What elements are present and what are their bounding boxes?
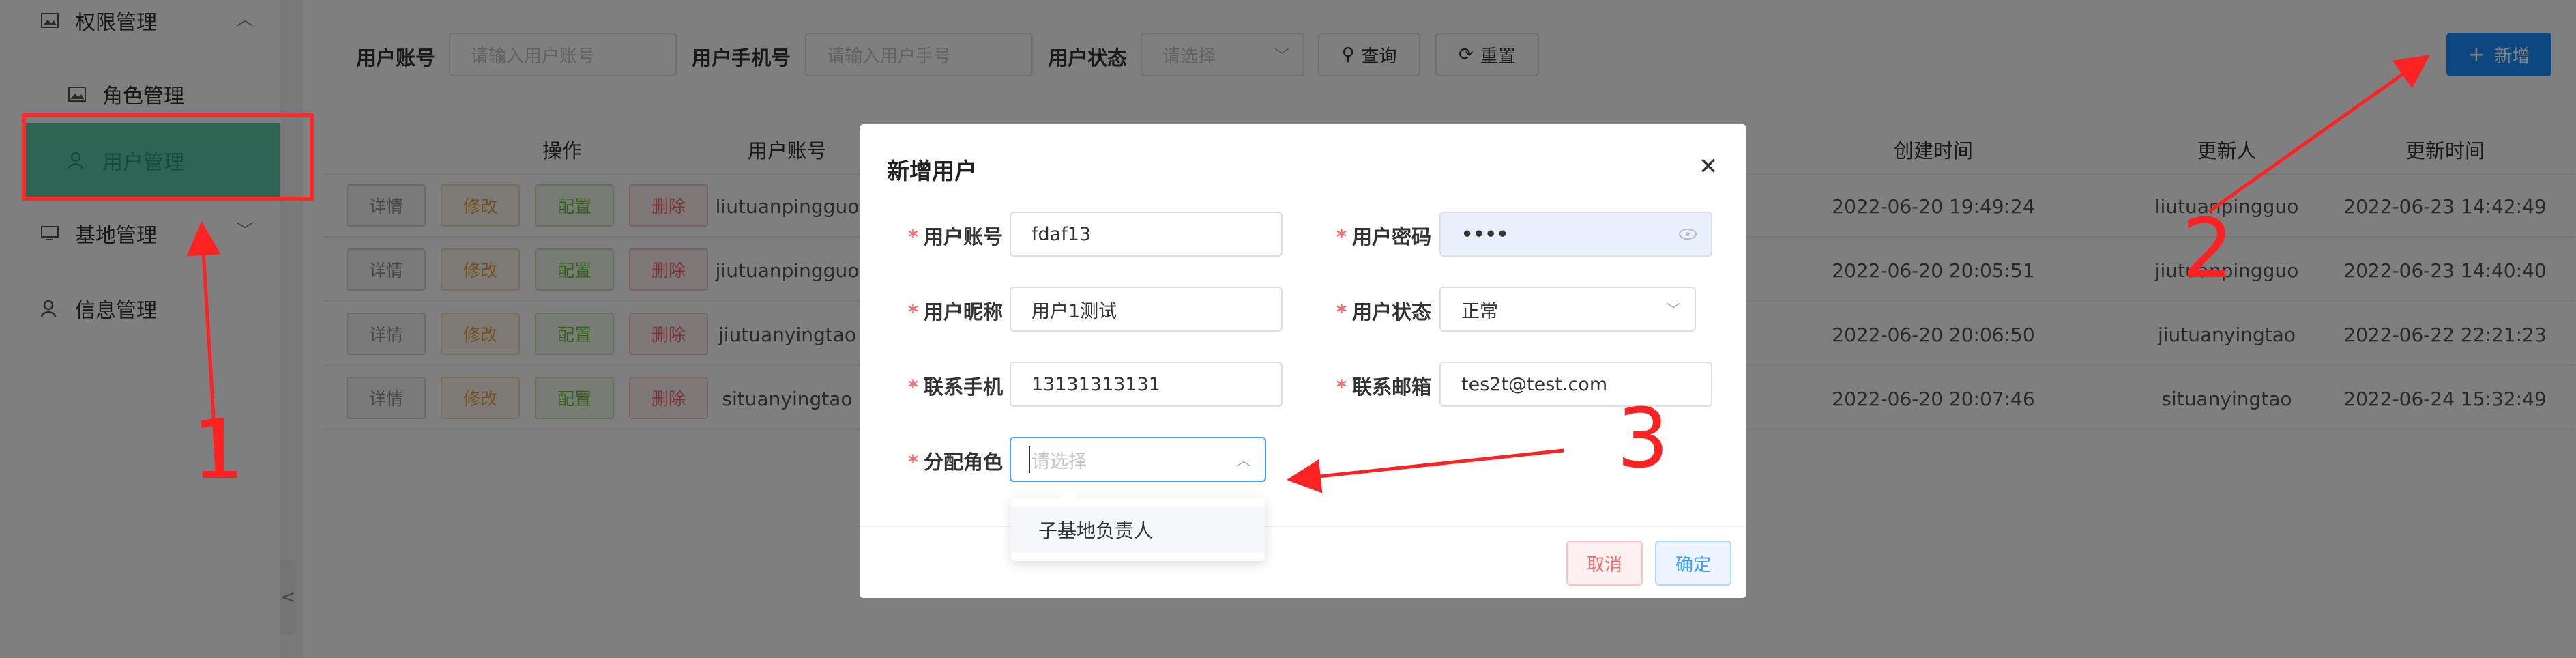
annotation-number-3: 3 (1617, 392, 1669, 487)
annotation-arrows (186, 55, 2431, 494)
annotation-number-2: 2 (2182, 202, 2234, 297)
annotation-number-1: 1 (192, 403, 245, 498)
